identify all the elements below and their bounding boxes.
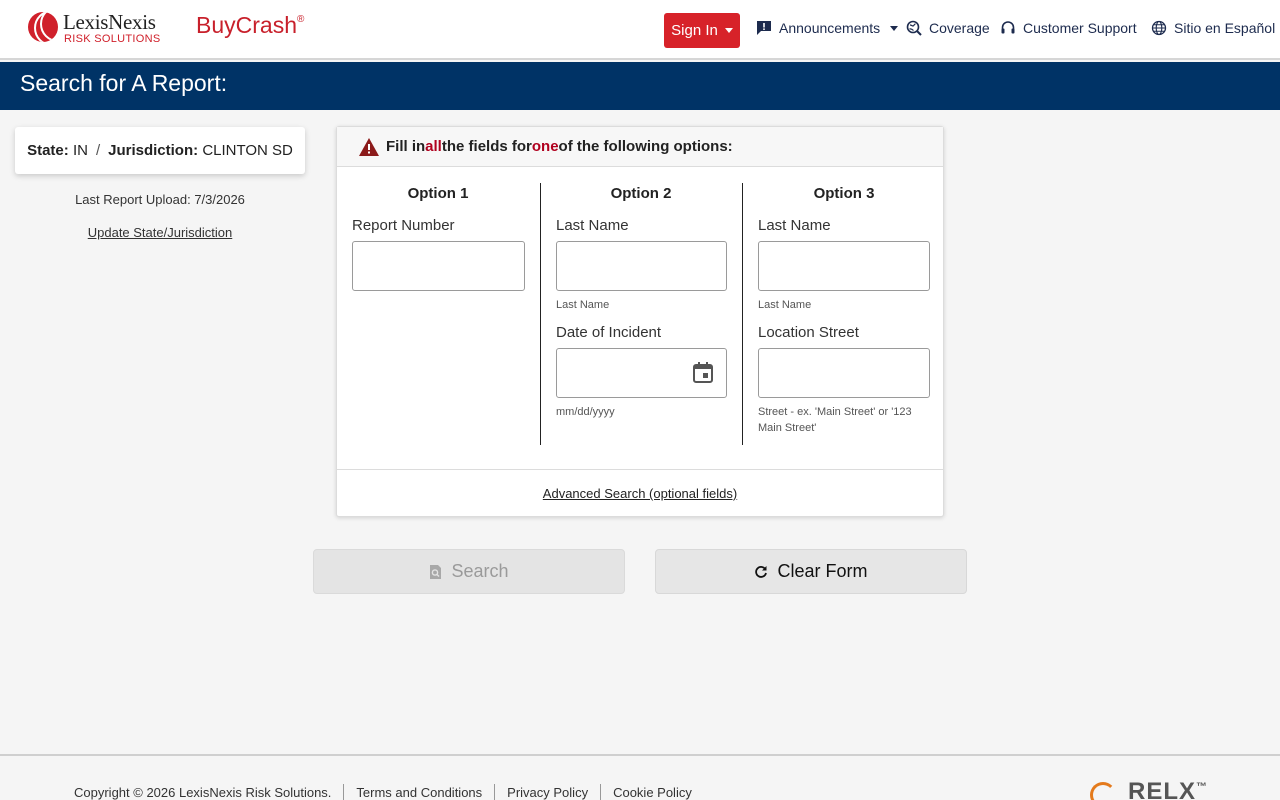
nav-spanish-site-label: Sitio en Español [1174, 20, 1276, 36]
page-title-bar: Search for A Report: [0, 62, 1280, 110]
relx-name: RELX [1128, 778, 1197, 800]
search-button[interactable]: Search [313, 549, 625, 594]
search-form-card: Fill in all the fields for one of the fo… [336, 126, 944, 517]
headset-icon [1000, 20, 1016, 36]
announcement-icon [756, 20, 772, 36]
nav-announcements-label: Announcements [779, 20, 881, 36]
option3-last-name-label: Last Name [758, 217, 831, 234]
relx-wordmark: RELX™ [1128, 778, 1208, 800]
card-footer: Advanced Search (optional fields) [337, 469, 943, 517]
cookie-link[interactable]: Cookie Policy [600, 784, 704, 800]
jurisdiction-label: Jurisdiction: [108, 142, 199, 159]
instruction-part1: Fill in [386, 138, 426, 155]
logo-subtitle: RISK SOLUTIONS [64, 33, 161, 45]
sign-in-button[interactable]: Sign In [664, 13, 740, 48]
option3-title: Option 3 [813, 185, 875, 202]
clear-form-label: Clear Form [777, 561, 868, 581]
registered-mark: ® [296, 14, 305, 26]
state-value: IN [72, 142, 88, 159]
instruction-part3: of the following options: [558, 138, 733, 155]
lexisnexis-logo[interactable]: LexisNexis RISK SOLUTIONS [28, 10, 173, 48]
option3-last-name-input[interactable] [758, 241, 930, 291]
separator: / [95, 142, 101, 159]
date-of-incident-label: Date of Incident [556, 324, 662, 341]
warning-icon [359, 137, 379, 156]
option3-last-name-hint: Last Name [758, 299, 812, 311]
chevron-down-icon [890, 25, 899, 31]
globe-icon [1151, 20, 1167, 36]
option1-title: Option 1 [407, 185, 469, 202]
copyright-text: Copyright © 2026 LexisNexis Risk Solutio… [74, 785, 332, 800]
report-number-label: Report Number [352, 217, 455, 234]
calendar-icon[interactable] [693, 362, 713, 383]
option2-title: Option 2 [610, 185, 672, 202]
column-divider [742, 183, 743, 445]
nav-customer-support-label: Customer Support [1023, 20, 1137, 36]
chevron-down-icon [724, 28, 733, 33]
last-report-upload: Last Report Upload: 7/3/2026 [75, 192, 245, 207]
form-instructions: Fill in all the fields for one of the fo… [337, 127, 943, 167]
top-navbar: LexisNexis RISK SOLUTIONS BuyCrash® Sign… [0, 0, 1280, 60]
nav-announcements[interactable]: Announcements [756, 17, 899, 39]
option2-last-name-input[interactable] [556, 241, 727, 291]
logo-name: LexisNexis [63, 10, 156, 34]
lexisnexis-logo-icon [28, 12, 58, 42]
update-state-jurisdiction-link[interactable]: Update State/Jurisdiction [15, 225, 305, 240]
refresh-icon [755, 565, 768, 578]
nav-coverage-label: Coverage [929, 20, 990, 36]
option2-last-name-label: Last Name [556, 217, 629, 234]
instruction-part2: the fields for [441, 138, 532, 155]
footer-links: Copyright © 2026 LexisNexis Risk Solutio… [74, 784, 704, 800]
relx-logo-icon [1090, 782, 1116, 800]
jurisdiction-value: CLINTON SD [202, 142, 293, 159]
brand-name: BuyCrash [196, 12, 297, 38]
instruction-emphasis-one: one [531, 138, 559, 155]
coverage-icon [906, 20, 922, 36]
search-doc-icon [430, 564, 442, 579]
nav-spanish-site[interactable]: Sitio en Español [1151, 17, 1275, 39]
page-title: Search for A Report: [20, 70, 228, 96]
report-number-input[interactable] [352, 241, 525, 291]
search-button-label: Search [451, 561, 509, 581]
location-street-input[interactable] [758, 348, 930, 398]
option2-last-name-hint: Last Name [556, 299, 610, 311]
instruction-emphasis-all: all [425, 138, 442, 155]
clear-form-button[interactable]: Clear Form [655, 549, 967, 594]
state-jurisdiction-box: State: IN / Jurisdiction: CLINTON SD [15, 127, 305, 174]
date-of-incident-input[interactable] [556, 348, 727, 398]
sign-in-label: Sign In [671, 22, 718, 39]
column-divider [540, 183, 541, 445]
footer: Copyright © 2026 LexisNexis Risk Solutio… [0, 754, 1280, 800]
buycrash-brand[interactable]: BuyCrash® [196, 12, 304, 39]
location-street-label: Location Street [758, 324, 859, 341]
date-format-hint: mm/dd/yyyy [556, 406, 615, 418]
state-label: State: [27, 142, 69, 159]
relx-logo: RELX™ [1090, 778, 1220, 800]
privacy-link[interactable]: Privacy Policy [494, 784, 600, 800]
nav-customer-support[interactable]: Customer Support [1000, 17, 1137, 39]
trademark-mark: ™ [1196, 781, 1209, 793]
advanced-search-link[interactable]: Advanced Search (optional fields) [543, 486, 737, 501]
nav-coverage[interactable]: Coverage [906, 17, 990, 39]
terms-link[interactable]: Terms and Conditions [343, 784, 494, 800]
location-street-hint: Street - ex. 'Main Street' or '123 Main … [758, 406, 912, 434]
